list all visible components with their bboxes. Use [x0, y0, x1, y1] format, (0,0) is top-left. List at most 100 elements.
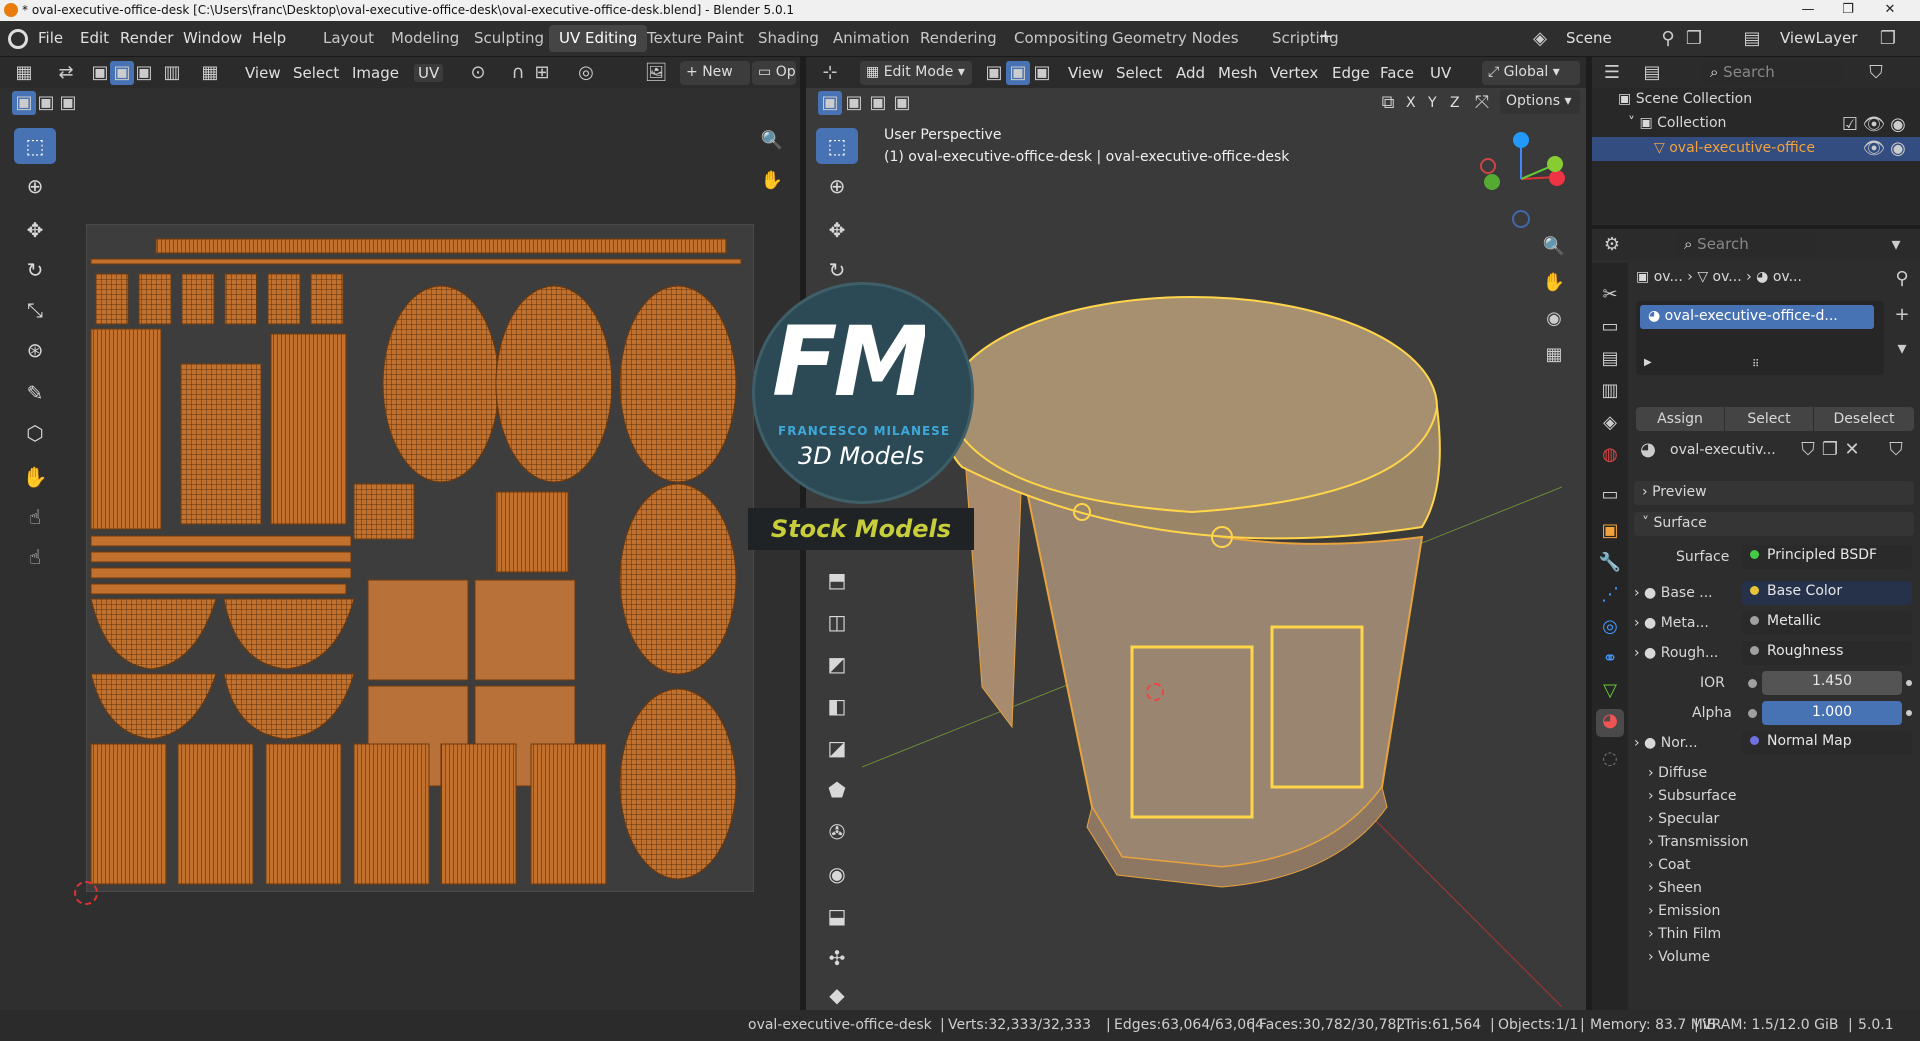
add-slot-icon[interactable]: +: [1890, 303, 1914, 327]
rip-tool[interactable]: ⬡: [14, 415, 56, 451]
new-scene-icon[interactable]: ❐: [1682, 27, 1706, 51]
edge-mode-icon[interactable]: ▣: [1006, 61, 1030, 85]
editor-type-icon[interactable]: ☰: [1600, 61, 1624, 85]
relax-tool[interactable]: ☝: [14, 499, 56, 535]
editor-type-icon[interactable]: ⚙: [1600, 233, 1624, 257]
vertex-select-icon[interactable]: ▣: [88, 61, 112, 85]
menu-file[interactable]: File: [38, 29, 63, 47]
poly-build-tool[interactable]: ⬟: [816, 772, 858, 808]
eye-icon[interactable]: 👁: [1862, 137, 1886, 161]
ior-field[interactable]: 1.450: [1762, 671, 1902, 695]
chevron-down-icon[interactable]: ▾: [1884, 233, 1908, 257]
3d-cursor-icon[interactable]: [1146, 683, 1164, 701]
desk-model[interactable]: [945, 296, 1441, 888]
mode-selector[interactable]: ▦ Edit Mode ▾: [860, 61, 972, 85]
minimize-button[interactable]: —: [1788, 2, 1828, 19]
vertex-mode-icon[interactable]: ▣: [982, 61, 1006, 85]
editor-type-icon[interactable]: ⊹: [818, 61, 842, 85]
edge-slide-tool[interactable]: ⬓: [816, 898, 858, 934]
object-row[interactable]: ▽ oval-executive-office 👁 ◉: [1592, 137, 1920, 161]
pin-icon[interactable]: ⚲: [1656, 27, 1680, 51]
smooth-tool[interactable]: ◉: [816, 856, 858, 892]
select-button[interactable]: Select: [1725, 407, 1813, 431]
view-layer-icon[interactable]: ▤: [1740, 27, 1764, 51]
scene-collection-row[interactable]: ▣ Scene Collection: [1618, 91, 1752, 107]
expand-icon[interactable]: ▶: [1644, 357, 1652, 368]
subpanel-sheen[interactable]: › Sheen: [1648, 880, 1908, 902]
output-tab-icon[interactable]: ▤: [1598, 347, 1622, 371]
tab-rendering[interactable]: Rendering: [910, 25, 1007, 52]
slot-menu-icon[interactable]: ▾: [1890, 337, 1914, 361]
tab-geometry-nodes[interactable]: Geometry Nodes: [1102, 25, 1249, 52]
viewport-menu-view[interactable]: View: [1068, 64, 1104, 82]
new-image-button[interactable]: + New: [680, 61, 750, 85]
editor-type-icon[interactable]: ▦: [12, 61, 36, 85]
tool-tab-icon[interactable]: ✂: [1598, 283, 1622, 307]
fake-user-icon[interactable]: ⛉: [1796, 438, 1820, 462]
rotate-tool[interactable]: ↻: [14, 252, 56, 288]
subpanel-coat[interactable]: › Coat: [1648, 857, 1908, 879]
select-subtract-icon[interactable]: ▣: [866, 91, 890, 115]
filter-icon[interactable]: ⛉: [1864, 61, 1888, 85]
menu-render[interactable]: Render: [120, 29, 173, 47]
inset-tool[interactable]: ◫: [816, 604, 858, 640]
expand-icon[interactable]: › ●: [1634, 645, 1661, 661]
viewport-menu-edge[interactable]: Edge: [1332, 64, 1370, 82]
expand-icon[interactable]: › ●: [1634, 615, 1661, 631]
subpanel-diffuse[interactable]: › Diffuse: [1648, 765, 1908, 787]
select-new-icon[interactable]: ▣: [12, 91, 36, 115]
options-button[interactable]: Options ▾: [1500, 90, 1580, 114]
proportional-edit-icon[interactable]: ◎: [574, 61, 598, 85]
select-extend-icon[interactable]: ▣: [842, 91, 866, 115]
gizmo-z-axis[interactable]: [1513, 132, 1529, 148]
close-button[interactable]: ✕: [1870, 2, 1910, 19]
material-slot-item[interactable]: ◕ oval-executive-office-d...: [1640, 305, 1874, 329]
pivot-icon[interactable]: ⊙: [466, 61, 490, 85]
constraints-tab-icon[interactable]: ⚭: [1598, 647, 1622, 671]
expand-icon[interactable]: › ●: [1634, 585, 1661, 601]
pin-icon[interactable]: ⚲: [1890, 267, 1914, 291]
texture-tab-icon[interactable]: ◌: [1598, 747, 1622, 771]
move-tool[interactable]: ✥: [14, 212, 56, 248]
collection-tab-icon[interactable]: ▭: [1598, 483, 1622, 507]
mirror-x[interactable]: X: [1406, 95, 1416, 111]
tab-sculpting[interactable]: Sculpting: [464, 25, 554, 52]
select-invert-icon[interactable]: ▣: [890, 91, 914, 115]
open-image-button[interactable]: ▭ Op: [752, 61, 796, 85]
assign-button[interactable]: Assign: [1636, 407, 1724, 431]
maximize-button[interactable]: ❐: [1828, 2, 1868, 19]
face-mode-icon[interactable]: ▣: [1030, 61, 1054, 85]
spin-tool[interactable]: ✇: [816, 814, 858, 850]
properties-search[interactable]: ⌕ Search: [1676, 233, 1816, 257]
edge-select-icon[interactable]: ▣: [110, 61, 134, 85]
mirror-icon[interactable]: ⧉: [1376, 91, 1400, 115]
resize-handle-icon[interactable]: ⠿: [1752, 359, 1759, 370]
select-new-icon[interactable]: ▣: [818, 91, 842, 115]
bevel-tool[interactable]: ◩: [816, 646, 858, 682]
uv-menu-view[interactable]: View: [245, 64, 281, 82]
subpanel-emission[interactable]: › Emission: [1648, 903, 1908, 925]
menu-window[interactable]: Window: [183, 29, 242, 47]
surface-panel-header[interactable]: ˅ Surface: [1634, 512, 1914, 536]
snap-target-icon[interactable]: ⊞: [530, 61, 554, 85]
scene-tab-icon[interactable]: ◈: [1598, 411, 1622, 435]
tab-uv-editing[interactable]: UV Editing: [549, 25, 648, 52]
tab-texture-paint[interactable]: Texture Paint: [637, 25, 754, 52]
annotate-tool[interactable]: ✎: [14, 375, 56, 411]
mirror-z[interactable]: Z: [1450, 95, 1460, 111]
gizmo-y-axis[interactable]: [1547, 156, 1563, 172]
menu-help[interactable]: Help: [252, 29, 286, 47]
world-tab-icon[interactable]: ◍: [1598, 443, 1622, 467]
tab-modeling[interactable]: Modeling: [381, 25, 469, 52]
render-tab-icon[interactable]: ▭: [1598, 315, 1622, 339]
auto-merge-icon[interactable]: ⤧: [1470, 91, 1494, 115]
add-workspace-button[interactable]: +: [1318, 26, 1333, 47]
preview-panel-header[interactable]: › Preview: [1634, 481, 1914, 505]
data-tab-icon[interactable]: ▽: [1598, 679, 1622, 703]
view-layer-name[interactable]: ViewLayer: [1780, 29, 1870, 47]
metallic-field[interactable]: Metallic: [1742, 611, 1912, 635]
alpha-slider[interactable]: 1.000: [1762, 701, 1902, 725]
subpanel-transmission[interactable]: › Transmission: [1648, 834, 1908, 856]
checkbox-icon[interactable]: ☑: [1838, 113, 1862, 137]
viewport-menu-uv[interactable]: UV: [1430, 64, 1451, 82]
